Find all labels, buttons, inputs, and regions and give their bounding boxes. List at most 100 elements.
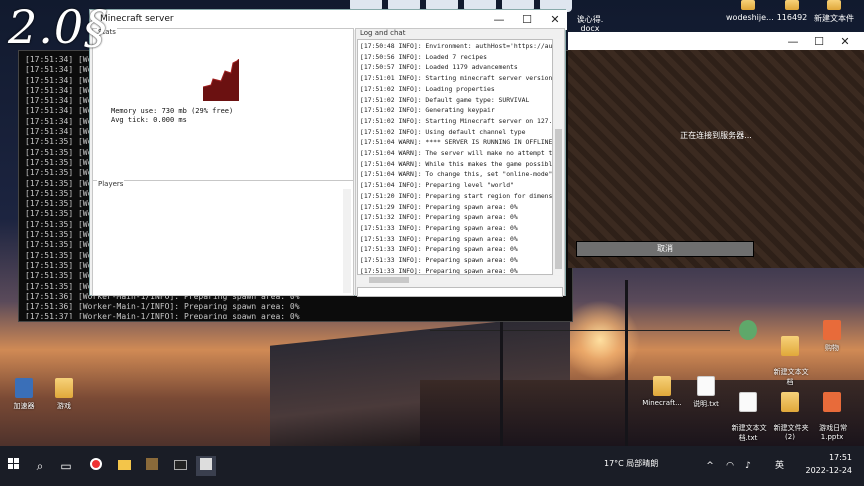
desktop-icon-label[interactable]: wodeshije... (726, 0, 774, 22)
server-titlebar[interactable]: Minecraft server — ☐ ✕ (90, 10, 567, 30)
log-textarea[interactable]: [17:50:48 INFO]: Environment: authHost='… (357, 39, 553, 275)
command-input[interactable] (357, 287, 563, 297)
log-line: [17:51:04 WARN]: **** SERVER IS RUNNING … (360, 138, 553, 147)
log-line: [17:51:33 INFO]: Preparing spawn area: 0… (360, 256, 518, 265)
maximize-button[interactable]: ☐ (808, 34, 830, 50)
overlay-text: 2.0§ (8, 0, 109, 54)
folder-icon (653, 376, 671, 396)
minimize-button[interactable]: — (782, 34, 804, 50)
java-app-icon[interactable] (196, 456, 216, 476)
file-explorer-icon[interactable] (114, 456, 134, 476)
clock-date[interactable]: 2022-12-24 (806, 466, 853, 475)
taskbar: ⌕ ▭ 17°C 局部晴朗 ^ ◠ ♪ 英 17:51 2022-12-24 (0, 446, 864, 486)
app-icon (739, 320, 757, 340)
desktop-icon-text: 新建文件夹 (2) (773, 424, 809, 441)
close-button[interactable]: ✕ (544, 12, 566, 28)
desktop-icon-text: 116492 (776, 13, 808, 22)
desktop-icon-text: 新建文本文 档.txt (731, 424, 767, 442)
minecraft-window[interactable]: — ☐ ✕ 正在连接到服务器... 取消 (568, 32, 864, 268)
maximize-button[interactable]: ☐ (516, 12, 538, 28)
text-file-icon (739, 392, 757, 412)
volume-icon[interactable]: ♪ (738, 456, 758, 476)
players-scrollbar[interactable] (343, 189, 351, 293)
console-line: [17:51:36] [Worker-Main-1/INFO]: Prepari… (25, 302, 300, 312)
desktop-icon-text: Minecraft... (642, 399, 682, 407)
weather-widget[interactable]: 17°C 局部晴朗 (604, 458, 658, 469)
desktop-icon[interactable]: 新建文件夹 (2) (766, 376, 814, 441)
task-view-icon[interactable]: ▭ (56, 456, 76, 476)
desktop-icon-label[interactable]: 新建文本件 (812, 0, 856, 24)
accelerator-app-icon (15, 378, 33, 398)
log-line: [17:51:33 INFO]: Preparing spawn area: 0… (360, 245, 518, 254)
log-legend: Log and chat (360, 29, 406, 37)
desktop-icon-text: 说明.txt (693, 400, 719, 408)
connecting-status: 正在连接到服务器... (680, 131, 752, 140)
stats-panel: Stats Memory use: 730 mb (29% free) Avg … (92, 28, 354, 188)
desktop-icon-text: wodeshije... (726, 13, 774, 22)
log-line: [17:51:33 INFO]: Preparing spawn area: 0… (360, 266, 518, 275)
memory-graph (203, 59, 239, 101)
avg-tick-text: Avg tick: 0.000 ms (111, 116, 187, 124)
pptx-file-icon (823, 392, 841, 412)
desktop-icon-text: 游戏 (57, 402, 71, 410)
console-line: [17:51:37] [Worker-Main-1/INFO]: Prepari… (25, 312, 300, 319)
folder-icon (785, 0, 799, 10)
scroll-thumb[interactable] (555, 129, 562, 269)
record-app-icon[interactable] (86, 456, 106, 476)
desktop-icon-text: 游戏日常 1.pptx (819, 424, 848, 441)
log-line: [17:51:33 INFO]: Preparing spawn area: 0… (360, 223, 518, 232)
log-line: [17:51:04 WARN]: While this makes the ga… (360, 159, 553, 168)
pptx-file-icon (823, 320, 841, 340)
log-line: [17:50:48 INFO]: Environment: authHost='… (360, 42, 553, 50)
folder-icon (781, 392, 799, 412)
windows-logo-icon (8, 458, 19, 469)
desktop-icon[interactable]: 新建文本文 档.txt (724, 376, 772, 443)
desktop-icon[interactable]: Minecraft... (638, 376, 686, 407)
desktop-icon-text: 新建文本件 (814, 14, 854, 23)
system-tray: 17°C 局部晴朗 ^ ◠ ♪ 英 17:51 2022-12-24 (604, 446, 864, 486)
log-line: [17:51:20 INFO]: Preparing start region … (360, 191, 553, 200)
log-vertical-scrollbar[interactable] (554, 39, 563, 275)
desktop-icon[interactable]: 购物 (808, 320, 856, 353)
folder-icon (781, 336, 799, 356)
desktop-icon[interactable]: 说明.txt (682, 376, 730, 409)
cancel-button[interactable]: 取消 (576, 241, 754, 257)
folder-icon (55, 378, 73, 398)
chevron-up-icon[interactable]: ^ (700, 456, 720, 476)
minimize-button[interactable]: — (488, 12, 510, 28)
clock-time[interactable]: 17:51 (829, 453, 852, 462)
server-window[interactable]: Minecraft server — ☐ ✕ Stats Memory use:… (89, 9, 567, 297)
memory-use-text: Memory use: 730 mb (29% free) (111, 107, 234, 115)
log-line: [17:50:57 INFO]: Loaded 1179 advancement… (360, 63, 518, 72)
folder-icon (827, 0, 841, 10)
input-language[interactable]: 英 (775, 458, 784, 471)
log-line: [17:51:02 INFO]: Loading properties (360, 84, 495, 93)
scroll-thumb[interactable] (369, 277, 409, 283)
minecraft-launcher-icon[interactable] (142, 456, 162, 476)
window-title: Minecraft server (100, 14, 174, 24)
log-line: [17:51:02 INFO]: Default game type: SURV… (360, 95, 530, 104)
wallpaper-wire (430, 330, 730, 331)
players-panel[interactable]: Players (92, 180, 354, 296)
search-icon[interactable]: ⌕ (30, 456, 50, 476)
desktop-icon[interactable]: 游戏 (40, 378, 88, 411)
desktop-icon-text: 购物 (825, 344, 839, 352)
minecraft-titlebar[interactable]: — ☐ ✕ (568, 32, 864, 50)
wallpaper-pole (625, 280, 628, 450)
log-line: [17:51:02 INFO]: Generating keypair (360, 106, 495, 115)
close-button[interactable]: ✕ (834, 34, 856, 50)
network-icon[interactable]: ◠ (720, 456, 740, 476)
log-line: [17:51:04 INFO]: Preparing level "world" (360, 181, 514, 190)
text-file-icon (697, 376, 715, 396)
log-lines: [17:50:48 INFO]: Environment: authHost='… (360, 41, 553, 275)
log-panel: Log and chat [17:50:48 INFO]: Environmen… (355, 28, 565, 297)
terminal-icon[interactable] (170, 456, 190, 476)
windows-start-icon[interactable] (4, 456, 24, 476)
folder-icon (741, 0, 755, 10)
log-line: [17:50:56 INFO]: Loaded 7 recipes (360, 52, 487, 61)
log-horizontal-scrollbar[interactable] (357, 276, 563, 284)
desktop-icon[interactable]: 游戏日常 1.pptx (808, 376, 856, 441)
desktop-icon[interactable] (724, 320, 772, 343)
desktop-icon-label[interactable]: 116492 (772, 0, 812, 22)
log-line: [17:51:04 WARN]: The server will make no… (360, 149, 553, 158)
